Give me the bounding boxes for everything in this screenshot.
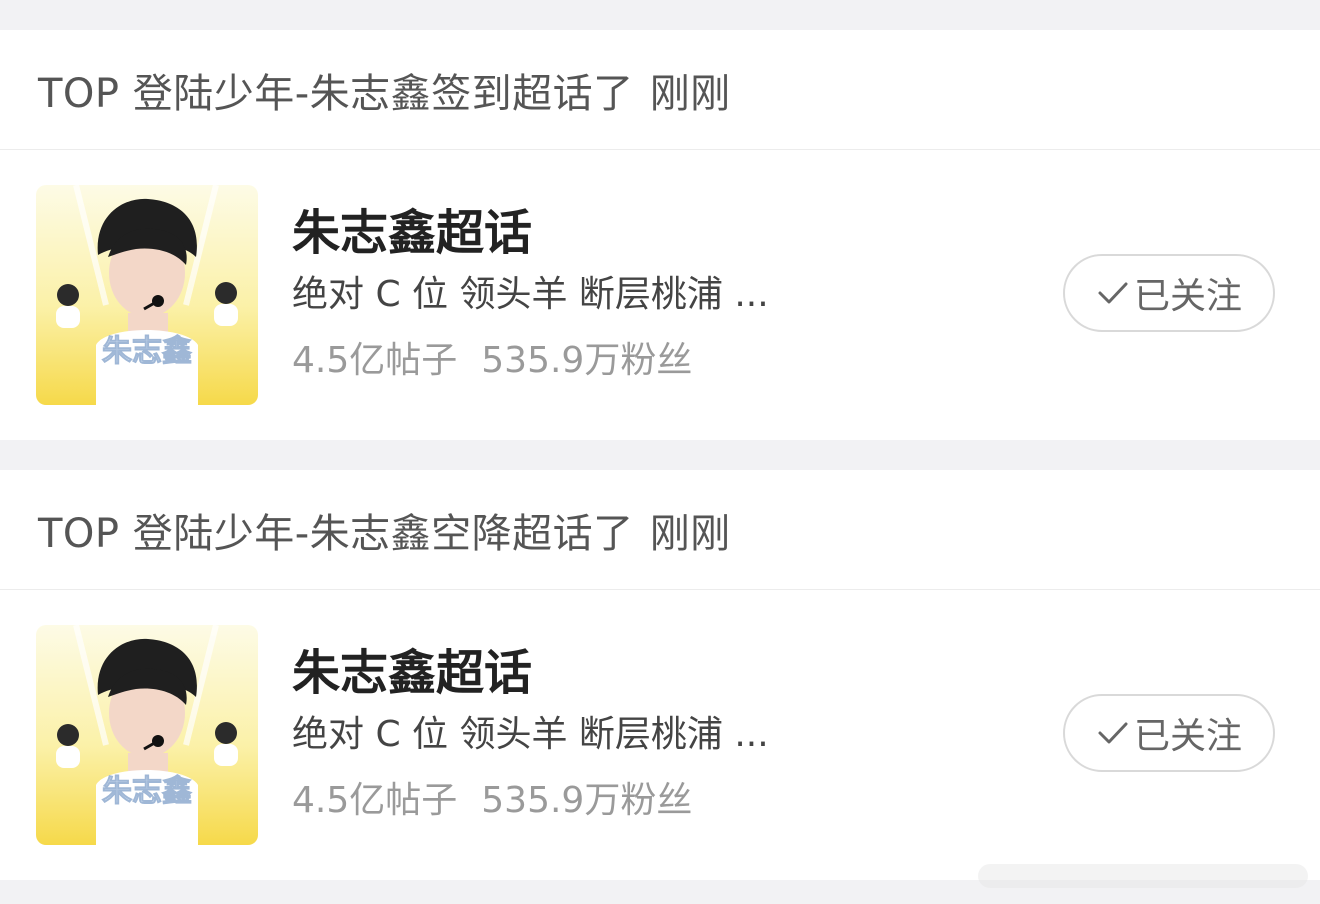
topic-title[interactable]: 朱志鑫超话 bbox=[292, 645, 769, 701]
post-count: 4.5亿帖子 bbox=[292, 340, 458, 381]
topic-item[interactable]: 朱志鑫 051 朱志鑫超话 绝对 C 位 领头羊 断层桃浦 ... 4.5亿帖子… bbox=[0, 150, 1320, 439]
activity-time: 刚刚 bbox=[649, 510, 731, 557]
feed-card: TOP 登陆少年-朱志鑫空降超话了 刚刚 朱志鑫 051 朱志鑫超话 绝对 C … bbox=[0, 470, 1320, 880]
topic-cover-image[interactable]: 朱志鑫 051 bbox=[36, 625, 258, 845]
topic-info: 朱志鑫超话 绝对 C 位 领头羊 断层桃浦 ... 4.5亿帖子 535.9万粉丝 bbox=[292, 205, 769, 383]
following-button[interactable]: 已关注 bbox=[1063, 254, 1275, 332]
check-icon bbox=[1096, 718, 1130, 748]
activity-time: 刚刚 bbox=[649, 70, 731, 117]
fan-count: 535.9万粉丝 bbox=[481, 780, 693, 821]
topic-item[interactable]: 朱志鑫 051 朱志鑫超话 绝对 C 位 领头羊 断层桃浦 ... 4.5亿帖子… bbox=[0, 590, 1320, 879]
cover-title: 朱志鑫 bbox=[102, 774, 192, 809]
cover-number: 051 bbox=[99, 807, 195, 837]
following-label: 已关注 bbox=[1133, 276, 1242, 317]
topic-stats: 4.5亿帖子 535.9万粉丝 bbox=[292, 339, 769, 383]
topic-title[interactable]: 朱志鑫超话 bbox=[292, 205, 769, 261]
watermark bbox=[978, 856, 1308, 896]
cover-title: 朱志鑫 bbox=[102, 334, 192, 369]
post-count: 4.5亿帖子 bbox=[292, 780, 458, 821]
activity-header: TOP 登陆少年-朱志鑫空降超话了 刚刚 bbox=[0, 470, 1320, 590]
check-icon bbox=[1096, 278, 1130, 308]
topic-description: 绝对 C 位 领头羊 断层桃浦 ... bbox=[292, 274, 769, 315]
activity-header: TOP 登陆少年-朱志鑫签到超话了 刚刚 bbox=[0, 30, 1320, 150]
topic-description: 绝对 C 位 领头羊 断层桃浦 ... bbox=[292, 714, 769, 755]
activity-text: TOP 登陆少年-朱志鑫空降超话了 bbox=[38, 510, 634, 557]
topic-cover-image[interactable]: 朱志鑫 051 bbox=[36, 185, 258, 405]
feed-card: TOP 登陆少年-朱志鑫签到超话了 刚刚 朱志鑫 051 朱志鑫超话 绝对 C … bbox=[0, 30, 1320, 440]
topic-info: 朱志鑫超话 绝对 C 位 领头羊 断层桃浦 ... 4.5亿帖子 535.9万粉丝 bbox=[292, 645, 769, 823]
following-label: 已关注 bbox=[1133, 716, 1242, 757]
following-button[interactable]: 已关注 bbox=[1063, 694, 1275, 772]
topic-stats: 4.5亿帖子 535.9万粉丝 bbox=[292, 779, 769, 823]
fan-count: 535.9万粉丝 bbox=[481, 340, 693, 381]
cover-number: 051 bbox=[99, 367, 195, 397]
activity-text: TOP 登陆少年-朱志鑫签到超话了 bbox=[38, 70, 634, 117]
